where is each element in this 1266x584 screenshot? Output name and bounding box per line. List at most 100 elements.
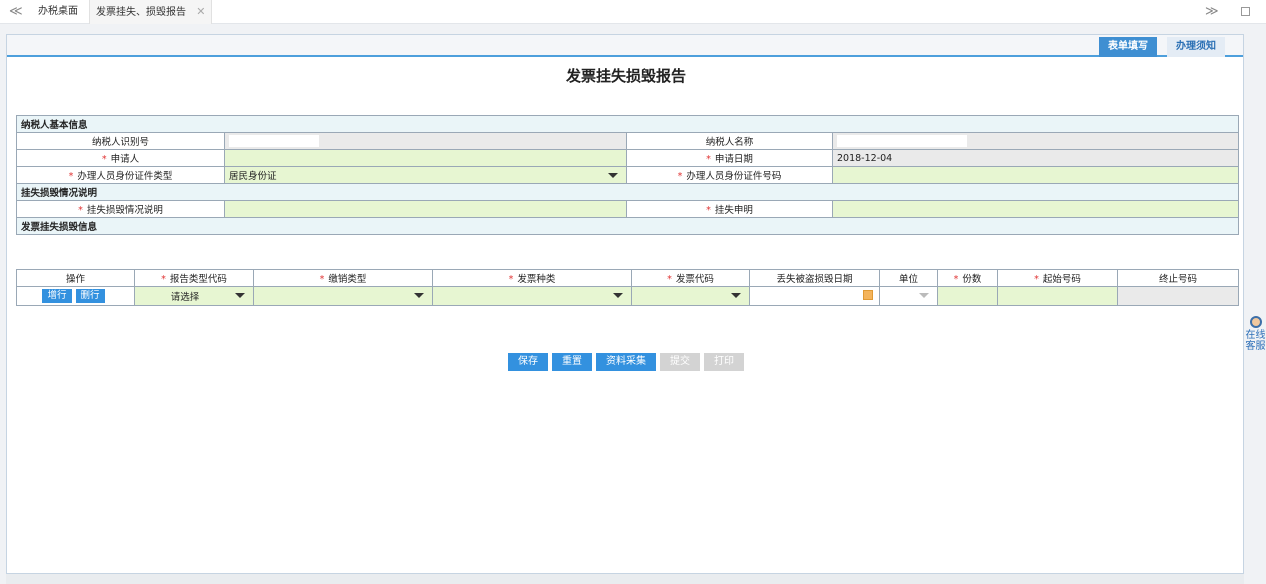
invoice-kind-select[interactable]: [432, 286, 632, 306]
cancel-type-select[interactable]: [253, 286, 433, 306]
col-header-end-no: 终止号码: [1117, 269, 1239, 287]
collect-data-button[interactable]: 资料采集: [596, 353, 656, 371]
tab-home-label: 办税桌面: [38, 6, 78, 17]
unit-select[interactable]: [879, 286, 938, 306]
applicant-label-cell: * 申请人: [16, 149, 225, 167]
action-bar: 保存 重置 资料采集 提交 打印: [7, 353, 1245, 371]
tab-home[interactable]: 办税桌面: [32, 0, 84, 24]
tab-instructions[interactable]: 办理须知: [1167, 37, 1225, 57]
customer-service-icon: [1249, 316, 1262, 328]
taxpayer-name-field: [831, 132, 1240, 150]
taxpayer-name-label: 纳税人名称: [626, 132, 833, 150]
apply-date-label: 申请日期: [714, 154, 753, 165]
chevron-down-icon: [414, 293, 424, 298]
copies-input[interactable]: [937, 286, 998, 306]
end-number-field: [1117, 286, 1239, 306]
col-header-label: 缴销类型: [328, 274, 367, 285]
required-mark: *: [667, 274, 672, 285]
id-type-label-cell: * 办理人员身份证件类型: [16, 166, 225, 184]
print-button[interactable]: 打印: [704, 353, 744, 371]
taxpayer-id-field: [224, 132, 627, 150]
form-panel: 表单填写 办理须知 发票挂失损毁报告 纳税人基本信息 纳税人识别号 纳税人名称 …: [6, 34, 1244, 574]
id-number-label: 办理人员身份证件号码: [686, 171, 782, 182]
panel-header: 表单填写 办理须知: [7, 35, 1243, 57]
submit-button[interactable]: 提交: [660, 353, 700, 371]
col-header-start-no: * 起始号码: [997, 269, 1118, 287]
section-invoice-info: 发票挂失损毁信息: [15, 217, 1240, 235]
report-type-value: 请选择: [170, 292, 200, 303]
loss-date-input[interactable]: [749, 286, 880, 306]
add-row-button[interactable]: 增行: [42, 289, 72, 303]
apply-date-value: 2018-12-04: [831, 149, 1240, 167]
col-header-invoice-code: * 发票代码: [631, 269, 750, 287]
required-mark: *: [161, 274, 166, 285]
id-type-label: 办理人员身份证件类型: [77, 171, 173, 182]
col-header-label: 发票代码: [675, 274, 714, 285]
invoice-header-row: 操作 * 报告类型代码 * 缴销类型 * 发票种类 * 发票代码 丢失被盗损毁日期 单位…: [16, 269, 1239, 287]
page-title: 发票挂失损毁报告: [565, 67, 686, 85]
id-type-value: 居民身份证: [229, 171, 277, 182]
chevron-down-icon: [731, 293, 741, 298]
basic-info-table: 纳税人基本信息 纳税人识别号 纳税人名称 * 申请人 * 申请日期 2018-12-…: [15, 115, 1240, 235]
col-header-label: 份数: [962, 274, 982, 285]
required-mark: *: [706, 154, 711, 165]
save-button[interactable]: 保存: [508, 353, 548, 371]
chevron-down-icon: [235, 293, 245, 298]
section-basic-info: 纳税人基本信息: [15, 115, 1240, 133]
masked-value: [837, 135, 967, 147]
tab-invoice-loss-report[interactable]: 发票挂失、损毁报告 ✕: [89, 0, 213, 24]
horizontal-scrollbar[interactable]: [6, 574, 1244, 584]
close-icon[interactable]: ✕: [196, 5, 205, 18]
chevron-down-icon: [613, 293, 623, 298]
tab-form-fill[interactable]: 表单填写: [1099, 37, 1157, 57]
id-number-label-cell: * 办理人员身份证件号码: [626, 166, 833, 184]
loss-desc-input[interactable]: [224, 200, 627, 218]
maximize-icon[interactable]: [1241, 7, 1250, 16]
delete-row-button[interactable]: 删行: [75, 289, 105, 303]
col-header-report-type: * 报告类型代码: [134, 269, 254, 287]
tab-active-label: 发票挂失、损毁报告: [96, 7, 186, 18]
online-service-label-2: 客服: [1245, 341, 1266, 352]
start-number-input[interactable]: [997, 286, 1118, 306]
required-mark: *: [78, 205, 83, 216]
required-mark: *: [706, 205, 711, 216]
table-row: 增行 删行 请选择: [16, 286, 1239, 306]
required-mark: *: [101, 154, 107, 165]
tab-scroll-right-icon[interactable]: ≫: [1205, 4, 1219, 19]
col-header-cancel-type: * 缴销类型: [253, 269, 433, 287]
required-mark: *: [1034, 274, 1039, 285]
required-mark: *: [508, 274, 514, 285]
loss-desc-label: 挂失损毁情况说明: [86, 205, 163, 216]
id-type-select[interactable]: 居民身份证: [224, 166, 627, 184]
section-explanation: 挂失损毁情况说明: [15, 183, 1240, 201]
col-header-copies: * 份数: [937, 269, 998, 287]
col-header-action: 操作: [16, 269, 135, 287]
invoice-table: 操作 * 报告类型代码 * 缴销类型 * 发票种类 * 发票代码 丢失被盗损毁日期 单位…: [16, 269, 1239, 306]
loss-desc-label-cell: * 挂失损毁情况说明: [16, 200, 225, 218]
tab-scroll-left-icon[interactable]: ≪: [9, 4, 25, 19]
required-mark: *: [677, 171, 683, 182]
report-type-select[interactable]: 请选择: [134, 286, 254, 306]
chevron-down-icon: [919, 293, 929, 298]
chevron-down-icon: [608, 173, 618, 178]
online-service-widget[interactable]: 在线 客服: [1245, 316, 1266, 352]
apply-date-label-cell: * 申请日期: [626, 149, 833, 167]
loss-statement-input[interactable]: [831, 200, 1240, 218]
col-header-unit: 单位: [879, 269, 938, 287]
col-header-label: 报告类型代码: [169, 274, 227, 285]
tab-bar: ≪ 办税桌面 发票挂失、损毁报告 ✕ ≫: [0, 0, 1266, 24]
id-number-input[interactable]: [831, 166, 1240, 184]
invoice-code-select[interactable]: [631, 286, 750, 306]
col-header-label: 发票种类: [517, 274, 556, 285]
masked-value: [229, 135, 319, 147]
calendar-icon[interactable]: [863, 290, 873, 300]
required-mark: *: [953, 274, 959, 285]
col-header-loss-date: 丢失被盗损毁日期: [749, 269, 880, 287]
loss-statement-label: 挂失申明: [714, 205, 753, 216]
taxpayer-id-label: 纳税人识别号: [16, 132, 225, 150]
required-mark: *: [319, 274, 325, 285]
col-header-invoice-kind: * 发票种类: [432, 269, 632, 287]
applicant-input[interactable]: [224, 149, 627, 167]
reset-button[interactable]: 重置: [552, 353, 592, 371]
col-header-label: 起始号码: [1042, 274, 1081, 285]
